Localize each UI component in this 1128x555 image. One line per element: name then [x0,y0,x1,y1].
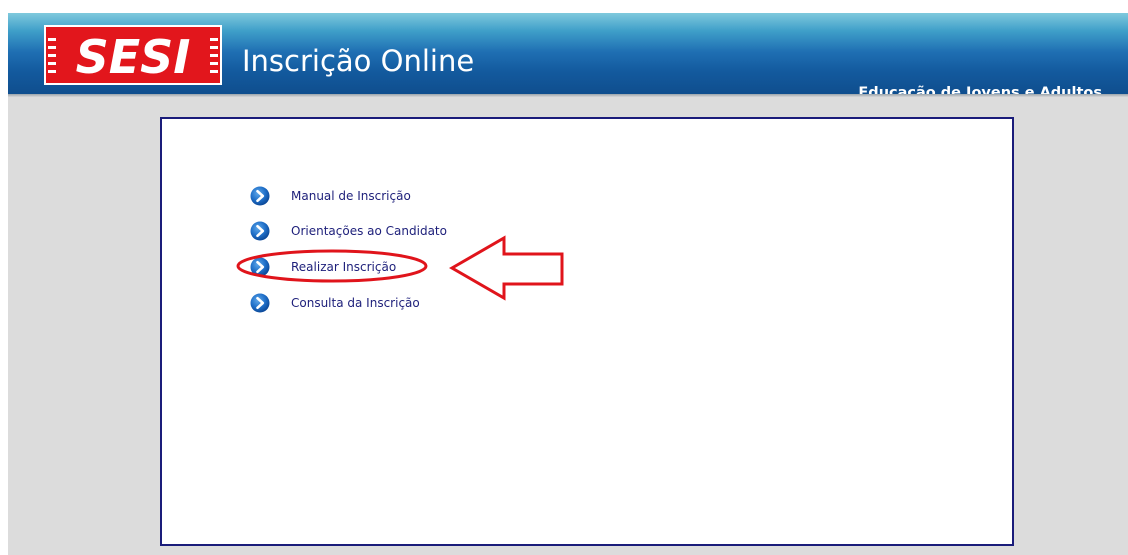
app-header: SESI Inscrição Online Educação de Jovens… [8,13,1128,101]
svg-text:SESI: SESI [76,30,191,84]
menu-item-realizar-inscricao[interactable]: Realizar Inscrição [250,256,396,278]
chevron-right-circle-icon [250,257,270,277]
chevron-right-circle-icon [250,186,270,206]
menu-item-consulta-da-inscricao[interactable]: Consulta da Inscrição [250,292,420,314]
menu-item-label[interactable]: Consulta da Inscrição [291,296,420,310]
sesi-logo: SESI [44,25,222,85]
menu-item-manual-de-inscricao[interactable]: Manual de Inscrição [250,185,411,207]
menu-item-label[interactable]: Realizar Inscrição [291,260,396,274]
menu-item-orientacoes-ao-candidato[interactable]: Orientações ao Candidato [250,220,447,242]
menu-item-label[interactable]: Orientações ao Candidato [291,224,447,238]
chevron-right-circle-icon [250,293,270,313]
page-title: Inscrição Online [242,44,475,78]
menu-item-label[interactable]: Manual de Inscrição [291,189,411,203]
main-panel: Manual de Inscrição Orientações ao Candi… [160,117,1014,546]
chevron-right-circle-icon [250,221,270,241]
